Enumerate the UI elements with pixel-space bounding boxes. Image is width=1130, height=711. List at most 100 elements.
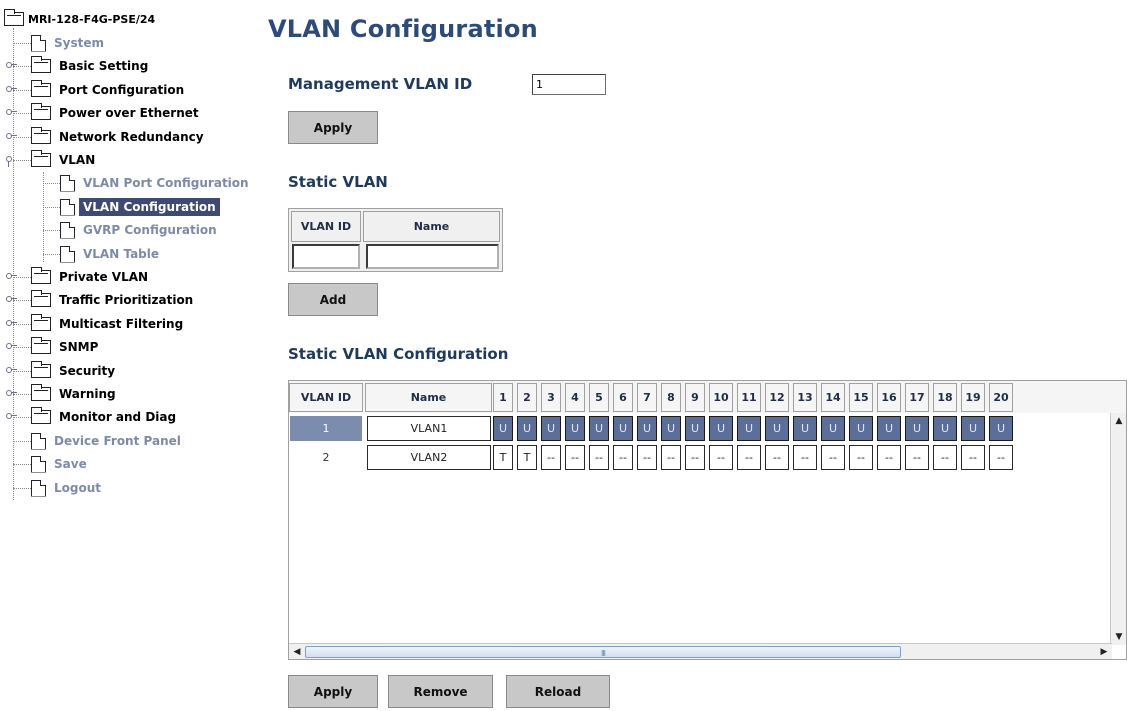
port-cell[interactable]: -- <box>905 445 929 470</box>
sidebar-item-port-configuration[interactable]: Port Configuration <box>31 79 188 101</box>
expand-key-icon[interactable] <box>6 294 17 304</box>
port-cell[interactable]: U <box>765 416 789 441</box>
table-row[interactable]: 1 VLAN1 U U U U U U U U U U U U U U U U U U U U <box>289 416 1112 442</box>
port-cell[interactable]: U <box>933 416 957 441</box>
scroll-left-icon[interactable]: ◀ <box>289 644 305 659</box>
port-cell[interactable]: -- <box>737 445 761 470</box>
vertical-scrollbar[interactable]: ▲ ▼ <box>1110 413 1126 645</box>
sidebar-item-logout[interactable]: Logout <box>31 477 105 499</box>
sidebar-item-vlan-table[interactable]: VLAN Table <box>60 243 163 265</box>
expand-key-icon[interactable] <box>6 365 17 375</box>
port-cell[interactable]: -- <box>565 445 585 470</box>
collapse-key-icon[interactable] <box>6 154 17 167</box>
scroll-thumb[interactable]: III <box>305 646 901 658</box>
port-cell[interactable]: -- <box>849 445 873 470</box>
management-vlan-input[interactable]: 1 <box>532 74 606 95</box>
port-cell[interactable]: -- <box>877 445 901 470</box>
horizontal-scrollbar[interactable]: ◀ III ▶ <box>289 643 1112 659</box>
sidebar-item-vlan-port-configuration[interactable]: VLAN Port Configuration <box>60 172 253 194</box>
sidebar-item-traffic-prioritization[interactable]: Traffic Prioritization <box>31 289 197 311</box>
page-icon <box>31 479 46 497</box>
port-cell[interactable]: -- <box>661 445 681 470</box>
expand-key-icon[interactable] <box>6 341 17 351</box>
sidebar-item-security[interactable]: Security <box>31 360 119 382</box>
expand-key-icon[interactable] <box>6 318 17 328</box>
port-cell[interactable]: U <box>989 416 1013 441</box>
sidebar-item-vlan[interactable]: VLAN <box>31 149 99 171</box>
port-cell[interactable]: U <box>589 416 609 441</box>
port-cell[interactable]: -- <box>637 445 657 470</box>
port-cell[interactable]: -- <box>765 445 789 470</box>
expand-key-icon[interactable] <box>6 388 17 398</box>
port-cell[interactable]: U <box>877 416 901 441</box>
vlan-name-input[interactable] <box>366 244 499 269</box>
port-cell[interactable]: U <box>793 416 817 441</box>
port-cell[interactable]: U <box>821 416 845 441</box>
sidebar-item-save[interactable]: Save <box>31 453 91 475</box>
management-apply-button[interactable]: Apply <box>288 111 378 144</box>
sidebar-item-device-front-panel[interactable]: Device Front Panel <box>31 430 185 452</box>
port-cell[interactable]: U <box>541 416 561 441</box>
scroll-up-icon[interactable]: ▲ <box>1111 413 1126 429</box>
vlan-id-cell[interactable]: 1 <box>290 416 362 441</box>
table-row[interactable]: 2 VLAN2 T T -- -- -- -- -- -- -- -- -- -- -- -- -- -- -- --… <box>289 445 1112 471</box>
port-cell[interactable]: U <box>493 416 513 441</box>
port-cell[interactable]: U <box>737 416 761 441</box>
expand-key-icon[interactable] <box>6 411 17 421</box>
port-cell[interactable]: U <box>613 416 633 441</box>
navigation-tree: MRI-128-F4G-PSE/24 System Basic Setting Po… <box>0 0 262 711</box>
vlan-id-cell[interactable]: 2 <box>290 445 362 470</box>
vlan-name-cell[interactable]: VLAN2 <box>367 445 491 470</box>
vlan-id-input[interactable] <box>292 244 360 269</box>
port-cell[interactable]: -- <box>933 445 957 470</box>
sidebar-item-basic-setting[interactable]: Basic Setting <box>31 55 152 77</box>
sidebar-item-system[interactable]: System <box>31 32 108 54</box>
apply-button[interactable]: Apply <box>288 675 378 708</box>
port-header: 7 <box>637 383 657 412</box>
port-cell[interactable]: U <box>637 416 657 441</box>
expand-key-icon[interactable] <box>6 131 17 141</box>
port-cell[interactable]: -- <box>989 445 1013 470</box>
port-cell[interactable]: U <box>961 416 985 441</box>
port-cell[interactable]: U <box>849 416 873 441</box>
reload-button[interactable]: Reload <box>506 675 610 708</box>
tree-line <box>13 28 14 500</box>
expand-key-icon[interactable] <box>6 84 17 94</box>
port-cell[interactable]: U <box>905 416 929 441</box>
sidebar-item-snmp[interactable]: SNMP <box>31 336 102 358</box>
sidebar-item-multicast-filtering[interactable]: Multicast Filtering <box>31 313 187 335</box>
tree-root[interactable]: MRI-128-F4G-PSE/24 <box>4 9 155 28</box>
port-cell[interactable]: U <box>517 416 537 441</box>
port-cell[interactable]: -- <box>685 445 705 470</box>
port-cell[interactable]: -- <box>793 445 817 470</box>
add-vlan-button[interactable]: Add <box>288 283 378 316</box>
port-cell[interactable]: -- <box>613 445 633 470</box>
port-cell[interactable]: U <box>709 416 733 441</box>
sidebar-item-network-redundancy[interactable]: Network Redundancy <box>31 126 208 148</box>
expand-key-icon[interactable] <box>6 107 17 117</box>
port-cell[interactable]: T <box>517 445 537 470</box>
expand-key-icon[interactable] <box>6 60 17 70</box>
port-cell[interactable]: U <box>685 416 705 441</box>
sidebar-item-monitor-and-diag[interactable]: Monitor and Diag <box>31 406 180 428</box>
scroll-right-icon[interactable]: ▶ <box>1096 644 1112 659</box>
sidebar-item-private-vlan[interactable]: Private VLAN <box>31 266 152 288</box>
scroll-down-icon[interactable]: ▼ <box>1111 629 1126 645</box>
port-cell[interactable]: -- <box>589 445 609 470</box>
port-cell[interactable]: U <box>661 416 681 441</box>
port-cell[interactable]: U <box>565 416 585 441</box>
port-header: 2 <box>517 383 537 412</box>
port-cell[interactable]: -- <box>961 445 985 470</box>
remove-button[interactable]: Remove <box>388 675 493 708</box>
sidebar-item-gvrp-configuration[interactable]: GVRP Configuration <box>60 219 221 241</box>
vlan-name-cell[interactable]: VLAN1 <box>367 416 491 441</box>
sidebar-item-vlan-configuration[interactable]: VLAN Configuration <box>60 196 220 218</box>
sidebar-item-power-over-ethernet[interactable]: Power over Ethernet <box>31 102 203 124</box>
port-header: 16 <box>877 383 901 412</box>
sidebar-item-warning[interactable]: Warning <box>31 383 120 405</box>
expand-key-icon[interactable] <box>6 271 17 281</box>
port-cell[interactable]: T <box>493 445 513 470</box>
port-cell[interactable]: -- <box>821 445 845 470</box>
port-cell[interactable]: -- <box>709 445 733 470</box>
port-cell[interactable]: -- <box>541 445 561 470</box>
